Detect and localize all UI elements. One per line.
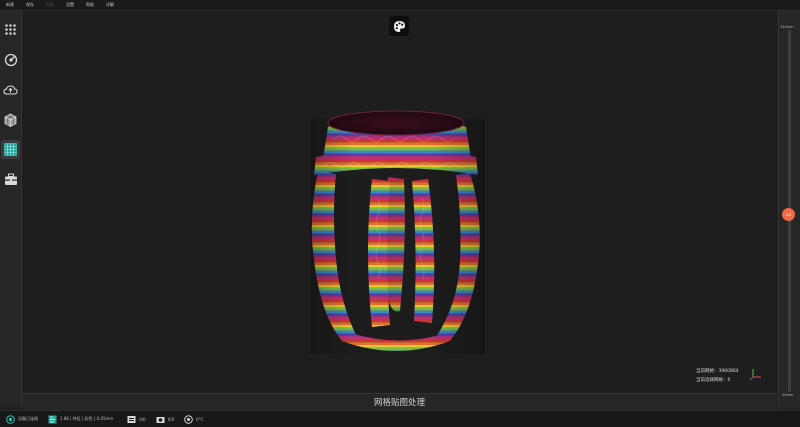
camera-icon (156, 415, 165, 424)
sidebar-item-cloud[interactable] (1, 80, 20, 99)
menu-item-new[interactable]: 新建 (6, 2, 14, 8)
toolbox-icon (4, 173, 17, 185)
left-sidebar (0, 11, 22, 407)
temperature-icon (184, 414, 193, 424)
mode-caption: 网格贴图处理 (22, 393, 777, 410)
frame-count-text: 0/0 (167, 416, 175, 422)
point-count-text: 0/0 (139, 416, 146, 422)
3d-viewport[interactable]: 当前网格：3960864 当前选择网格：0 (22, 11, 777, 393)
sidebar-item-scan[interactable] (1, 50, 20, 69)
mesh-count-label: 当前网格：3960864 (696, 369, 739, 374)
sidebar-item-project[interactable] (1, 20, 20, 39)
scan-params-text: 1.86 | 特征 | 彩色 | 0.45mm (60, 416, 114, 421)
mesh-stats: 当前网格：3960864 当前选择网格：0 (696, 367, 739, 385)
point-icon (127, 415, 136, 424)
axis-gizmo (749, 369, 761, 381)
palette-icon (393, 20, 405, 32)
scan-target-icon (4, 53, 17, 66)
temperature-text: 0°C (196, 416, 204, 422)
device-status-icon (6, 414, 15, 424)
menu-item-settings[interactable]: 设置 (66, 2, 74, 8)
menu-item-details[interactable]: 详解 (106, 2, 114, 8)
texture-grid-icon (4, 143, 17, 156)
slider-value-label: 0.0 (785, 212, 792, 217)
cube-mesh-icon (4, 113, 17, 127)
scan-mode-icon (48, 415, 57, 424)
slider-min-label: 20mm (782, 393, 794, 397)
menu-item-help[interactable]: 帮助 (86, 2, 94, 8)
sidebar-item-texture[interactable] (1, 140, 20, 159)
stool-3d-model[interactable] (300, 99, 495, 354)
menu-bar: 新建 保存 另存 设置 帮助 详解 (0, 0, 800, 11)
menu-item-save[interactable]: 保存 (26, 2, 34, 8)
status-bar: 设备已连接 1.86 | 特征 | 彩色 | 0.45mm 0/0 0/0 0°… (0, 410, 800, 427)
device-status-text: 设备已连接 (18, 416, 38, 421)
palette-button[interactable] (389, 16, 409, 36)
menu-item-save-as[interactable]: 另存 (46, 2, 54, 8)
slider-max-label: 150mm (780, 25, 794, 29)
sidebar-item-tools[interactable] (1, 170, 20, 189)
grid-dots-icon (5, 24, 16, 35)
sidebar-item-mesh[interactable] (1, 110, 20, 129)
mode-caption-text: 网格贴图处理 (373, 398, 425, 408)
cloud-icon (3, 84, 18, 95)
selected-mesh-label: 当前选择网格：0 (696, 378, 731, 383)
